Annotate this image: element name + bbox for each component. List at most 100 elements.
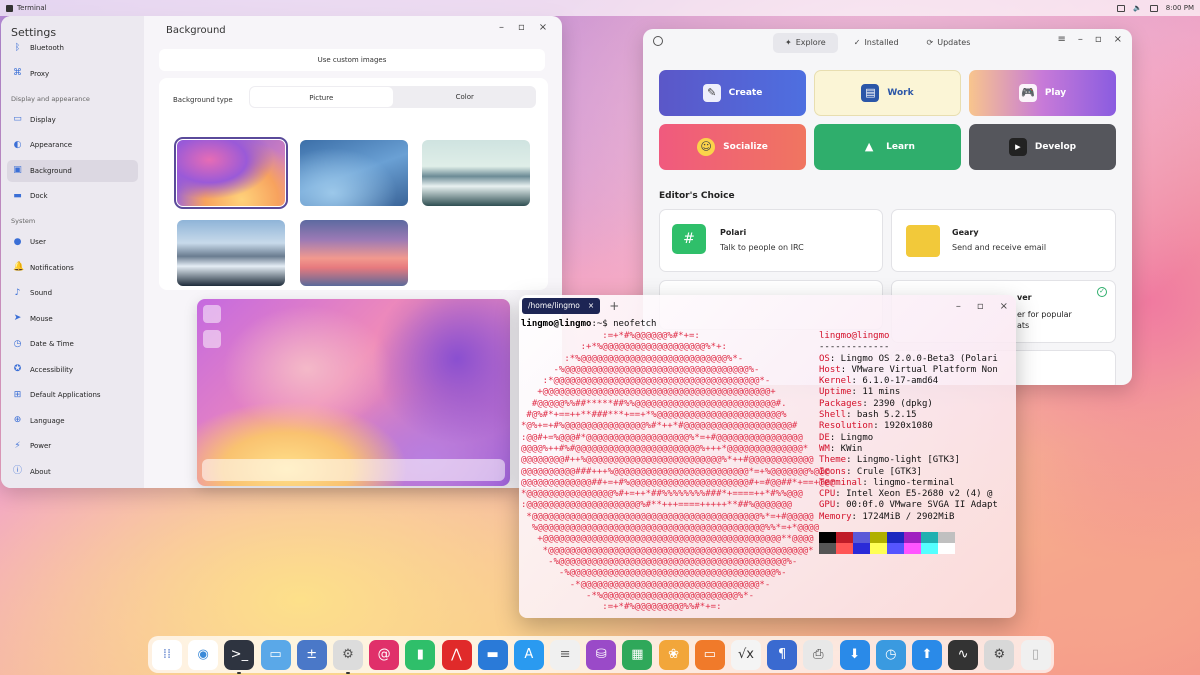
launcher-icon[interactable]: ⁞⁞	[152, 639, 182, 670]
tab-updates[interactable]: ⟳ Updates	[915, 33, 983, 53]
sidebar-item-default-apps[interactable]: ⊞ Default Applications	[7, 384, 138, 406]
info-value: : bash 5.2.15	[846, 410, 917, 421]
background-type-toggle: Picture Color	[249, 86, 536, 108]
wallpaper-thumb-1[interactable]	[174, 137, 288, 209]
tab-explore[interactable]: ✦ Explore	[773, 33, 838, 53]
volume-icon[interactable]: 🔈	[1133, 4, 1142, 12]
printer-icon[interactable]: ⎙	[803, 639, 834, 670]
display-icon[interactable]	[1117, 4, 1126, 12]
updates-icon[interactable]: ⬆	[911, 639, 942, 670]
user-icon: ●	[13, 236, 22, 247]
wallpaper-thumb-3[interactable]	[422, 140, 530, 206]
database-icon[interactable]: ⛁	[586, 639, 617, 670]
chromium-icon[interactable]: ◉	[188, 639, 219, 670]
globe-icon: ⊕	[13, 415, 22, 425]
settings-icon[interactable]: ⚙	[332, 639, 363, 674]
app-card-geary[interactable]: Geary Send and receive email	[891, 209, 1116, 272]
tile-play[interactable]: 🎮 Play	[969, 70, 1116, 116]
tex-icon[interactable]: √x	[731, 639, 761, 670]
trash-icon[interactable]: ▯	[1020, 639, 1051, 670]
emoji-icon: ☺	[697, 138, 716, 156]
battery-icon[interactable]	[1149, 4, 1158, 12]
terminal-icon[interactable]: >_	[224, 639, 255, 674]
pdf-icon[interactable]: ⋀	[441, 639, 472, 670]
use-custom-images-button[interactable]: Use custom images	[159, 49, 545, 71]
geary-icon	[906, 225, 940, 257]
sidebar-item-dock[interactable]: ▬ Dock	[7, 185, 138, 207]
sidebar-item-power[interactable]: ⚡ Power	[7, 435, 138, 457]
close-button[interactable]: ×	[1114, 34, 1122, 45]
work-icon: ▤	[861, 84, 880, 102]
wallpaper-thumb-5[interactable]	[300, 220, 408, 286]
sidebar-item-language[interactable]: ⊕ Language	[7, 410, 138, 432]
sound-icon: ♪	[14, 287, 21, 298]
sidebar-item-user[interactable]: ● User	[7, 231, 138, 253]
close-tab-icon[interactable]: ×	[588, 298, 594, 314]
close-button[interactable]: ×	[1000, 301, 1008, 312]
search-icon[interactable]	[653, 36, 663, 46]
finder-icon[interactable]: ▬	[477, 639, 508, 670]
top-bar: Terminal 🔈 8:00 PM	[0, 0, 1200, 16]
bluetooth-icon: ᛒ	[14, 42, 21, 53]
photos-icon[interactable]: ❀	[658, 639, 689, 670]
close-button[interactable]: ×	[539, 22, 547, 33]
app-card-polari[interactable]: # Polari Talk to people on IRC	[659, 209, 883, 272]
terminal-prompt[interactable]: lingmo@lingmo:~$ neofetch	[521, 319, 656, 330]
info-key: Memory	[819, 511, 852, 522]
sidebar-item-proxy[interactable]: ⌘ Proxy	[7, 63, 138, 85]
seg-color[interactable]: Color	[394, 86, 537, 108]
calculator-icon[interactable]: ±	[296, 639, 327, 670]
tile-create[interactable]: ✎ Create	[659, 70, 806, 116]
sidebar-item-appearance[interactable]: ◐ Appearance	[7, 134, 138, 156]
power-icon: ⚡	[14, 440, 21, 451]
info-value: : Lingmo	[829, 432, 874, 443]
sidebar-item-background[interactable]: ▣ Background	[7, 159, 138, 182]
sidebar-item-display[interactable]: ▭ Display	[7, 109, 138, 131]
store-window-controls: ≡ – ▫ ×	[1057, 34, 1122, 45]
menu-icon[interactable]: ≡	[1057, 34, 1065, 45]
minimize-button[interactable]: –	[956, 301, 961, 312]
terminal-tab[interactable]: /home/lingmo ×	[522, 298, 601, 314]
info-key: WM	[819, 443, 830, 454]
notes-icon[interactable]: ≡	[550, 639, 581, 670]
minimize-button[interactable]: –	[1078, 34, 1083, 45]
tab-installed[interactable]: ✓ Installed	[842, 33, 911, 53]
tile-learn[interactable]: ▲ Learn	[814, 124, 961, 170]
downloads-icon[interactable]: ⬇	[839, 639, 870, 670]
sidebar-item-datetime[interactable]: ◷ Date & Time	[7, 333, 138, 355]
writer-icon[interactable]: ¶	[767, 639, 798, 670]
files-icon[interactable]: ▭	[260, 639, 291, 670]
activity-icon[interactable]: ∿	[948, 639, 979, 670]
wallpaper-thumb-2[interactable]	[300, 140, 408, 206]
maximize-button[interactable]: ▫	[977, 301, 984, 312]
color-swatch	[819, 532, 836, 543]
new-tab-button[interactable]: +	[609, 299, 619, 313]
refresh-icon: ⟳	[926, 38, 934, 47]
debian-icon[interactable]: @	[369, 639, 400, 670]
appstore-icon[interactable]: A	[513, 639, 544, 670]
color-swatch	[870, 532, 887, 543]
sidebar-item-notifications[interactable]: 🔔 Notifications	[7, 257, 138, 279]
seg-picture[interactable]: Picture	[250, 87, 393, 107]
sidebar-item-mouse[interactable]: ➤ Mouse	[7, 308, 138, 330]
neofetch-header: lingmo@lingmo	[819, 331, 890, 341]
wallpaper-thumb-4[interactable]	[177, 220, 285, 286]
info-value: : VMware Virtual Platform Non	[840, 364, 998, 375]
minimize-button[interactable]: –	[499, 22, 504, 33]
android-icon[interactable]: ▮	[405, 639, 436, 670]
gear-icon[interactable]: ⚙	[984, 639, 1015, 670]
tile-socialize[interactable]: ☺ Socialize	[659, 124, 806, 170]
sidebar-item-accessibility[interactable]: ✪ Accessibility	[7, 359, 138, 381]
clock[interactable]: 8:00 PM	[1166, 4, 1194, 12]
maximize-button[interactable]: ▫	[1095, 34, 1102, 45]
maximize-button[interactable]: ▫	[518, 22, 525, 33]
sidebar-item-about[interactable]: ⓘ About	[7, 461, 138, 483]
wallpaper-preview	[197, 299, 510, 486]
sidebar-item-bluetooth[interactable]: ᛒ Bluetooth	[7, 37, 138, 59]
tile-develop[interactable]: ▸ Develop	[969, 124, 1116, 170]
spreadsheet-icon[interactable]: ▦	[622, 639, 653, 670]
system-monitor-icon[interactable]: ◷	[875, 639, 906, 670]
tile-work[interactable]: ▤ Work	[814, 70, 961, 116]
sidebar-item-sound[interactable]: ♪ Sound	[7, 282, 138, 304]
presentation-icon[interactable]: ▭	[694, 639, 725, 670]
